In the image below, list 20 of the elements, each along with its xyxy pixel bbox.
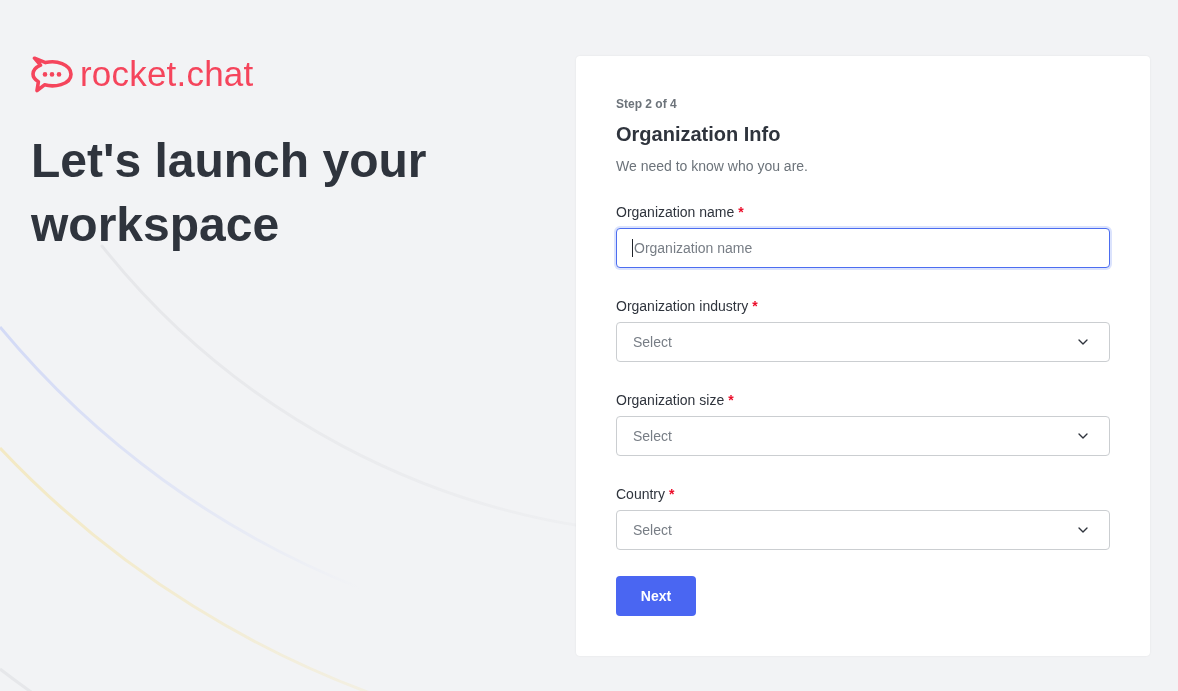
page-heading: Let's launch your workspace [31, 133, 428, 253]
select-dropdown[interactable]: Select [616, 322, 1110, 362]
text-cursor-icon [632, 239, 633, 257]
select-dropdown[interactable]: Select [616, 416, 1110, 456]
required-mark: * [728, 391, 734, 410]
speech-bubble-icon [31, 55, 73, 93]
field-label: Organization industry [616, 297, 749, 316]
select-dropdown[interactable]: Select [616, 510, 1110, 550]
step-indicator: Step 2 of 4 [616, 96, 678, 112]
required-mark: * [752, 297, 758, 316]
form-title: Organization Info [616, 122, 782, 147]
field-label: Organization name [616, 203, 735, 222]
next-button[interactable]: Next [616, 576, 696, 616]
form-subtitle: We need to know who you are. [616, 157, 809, 176]
required-mark: * [669, 485, 675, 504]
field-label: Country [616, 485, 666, 504]
required-mark: * [738, 203, 744, 222]
logo-text: rocket.chat [80, 55, 254, 93]
field-label: Organization size [616, 391, 725, 410]
input-field[interactable]: Organization name [616, 228, 1110, 268]
